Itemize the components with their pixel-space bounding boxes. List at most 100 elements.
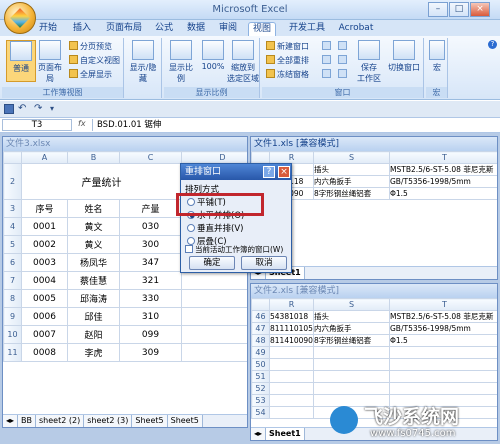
row-header[interactable]: 7 [3, 271, 22, 290]
unhide-button[interactable] [322, 69, 333, 81]
cell[interactable]: GB/T5356-1998/5mm [389, 175, 497, 188]
cell[interactable]: 杨凤华 [67, 253, 120, 272]
page-layout-view-button[interactable]: 页面布局 [35, 40, 65, 84]
row-header[interactable]: 52 [251, 382, 270, 395]
freeze-panes-button[interactable]: 冻结窗格 [266, 69, 309, 81]
row-header[interactable]: 2 [3, 163, 22, 200]
help-icon[interactable]: ? [488, 40, 497, 49]
tab-data[interactable]: 数据 [182, 22, 210, 36]
ok-button[interactable]: 确定 [189, 256, 235, 270]
undo-icon[interactable]: ↶ [18, 104, 28, 114]
save-icon[interactable] [4, 104, 14, 114]
cell[interactable] [269, 382, 314, 395]
cell[interactable]: 赵阳 [67, 325, 120, 344]
help-icon[interactable]: ? [263, 166, 275, 178]
cell[interactable] [313, 358, 390, 371]
row-header[interactable]: 46 [251, 310, 270, 323]
customize-qat-icon[interactable]: ▾ [50, 105, 58, 113]
office-button[interactable] [4, 2, 36, 34]
title-cell[interactable]: 产量统计 [21, 163, 182, 200]
name-box[interactable]: T3 [2, 119, 72, 131]
row-header[interactable]: 53 [251, 394, 270, 407]
cell[interactable]: 0003 [21, 253, 68, 272]
cell[interactable] [269, 394, 314, 407]
window-title[interactable]: 文件2.xls [兼容模式] [251, 284, 497, 298]
cancel-button[interactable]: 取消 [241, 256, 287, 270]
active-workbook-checkbox[interactable]: 当前活动工作簿的窗口(W) [185, 244, 283, 256]
cell[interactable]: 8字形钢丝绳铝套 [313, 187, 390, 200]
row-header[interactable]: 54 [251, 406, 270, 419]
tab-view[interactable]: 视图 [248, 22, 276, 36]
row-header[interactable]: 4 [3, 217, 22, 236]
cell[interactable] [181, 343, 247, 362]
cell[interactable] [269, 358, 314, 371]
column-header[interactable]: R [269, 298, 314, 311]
minimize-button[interactable]: – [428, 2, 448, 17]
cell[interactable]: 8字形钢丝绳铝套 [313, 334, 390, 347]
sheet-tab[interactable]: Sheet5 [132, 415, 168, 427]
close-icon[interactable]: × [278, 166, 290, 178]
cell[interactable] [389, 370, 497, 383]
tab-insert[interactable]: 插入 [68, 22, 96, 36]
sheet-tab[interactable]: BB [18, 415, 37, 427]
cell[interactable] [181, 307, 247, 326]
column-header[interactable]: S [313, 298, 390, 311]
row-header[interactable]: 5 [3, 235, 22, 254]
row-header[interactable]: 3 [3, 199, 22, 218]
page-break-preview-button[interactable]: 分页预览 [69, 41, 112, 53]
cell[interactable]: 347 [119, 253, 182, 272]
column-header[interactable]: A [21, 151, 68, 164]
sheet-nav-arrows[interactable]: ◂▸ [3, 415, 19, 427]
cell[interactable] [389, 382, 497, 395]
cell[interactable] [389, 346, 497, 359]
sheet-tab[interactable]: Sheet1 [266, 428, 305, 440]
cell[interactable]: MSTB2.5/6-ST-5.08 菲尼克斯 [389, 310, 497, 323]
maximize-button[interactable]: □ [449, 2, 469, 17]
cell[interactable]: 0006 [21, 307, 68, 326]
row-header[interactable]: 9 [3, 307, 22, 326]
cell[interactable] [313, 382, 390, 395]
redo-icon[interactable]: ↷ [34, 104, 44, 114]
cell[interactable]: 0004 [21, 271, 68, 290]
cell[interactable]: 蔡佳慧 [67, 271, 120, 290]
window-title[interactable]: 文件1.xls [兼容模式] [251, 137, 497, 151]
header-cell[interactable]: 产量 [119, 199, 182, 218]
cell[interactable]: 插头 [313, 163, 390, 176]
zoom-to-selection-button[interactable]: 缩放到 选定区域 [226, 40, 260, 84]
cell[interactable]: 0002 [21, 235, 68, 254]
cell[interactable]: 310 [119, 307, 182, 326]
window-title[interactable]: 文件3.xlsx [3, 137, 247, 151]
cell[interactable]: 54381018 [269, 310, 314, 323]
cell[interactable] [269, 370, 314, 383]
switch-windows-button[interactable]: 切换窗口 [386, 40, 422, 73]
cell[interactable] [181, 271, 247, 290]
cell[interactable]: 099 [119, 325, 182, 344]
column-header[interactable]: T [389, 151, 497, 164]
synchronous-scrolling-button[interactable] [338, 55, 349, 67]
cell[interactable]: 李虎 [67, 343, 120, 362]
cell[interactable]: 0005 [21, 289, 68, 308]
cell[interactable]: GB/T5356-1998/5mm [389, 322, 497, 335]
header-cell[interactable]: 序号 [21, 199, 68, 218]
cell[interactable]: 811110105 [269, 322, 314, 335]
split-button[interactable] [322, 41, 333, 53]
tab-formulas[interactable]: 公式 [150, 22, 178, 36]
row-header[interactable]: 51 [251, 370, 270, 383]
cell[interactable]: MSTB2.5/6-ST-5.08 菲尼克斯 [389, 163, 497, 176]
macros-button[interactable]: 宏 [426, 40, 448, 73]
sheet-tab[interactable]: sheet2 (2) [36, 415, 85, 427]
cell[interactable] [389, 358, 497, 371]
row-header[interactable]: 8 [3, 289, 22, 308]
column-header[interactable]: D [181, 151, 247, 164]
row-header[interactable]: 10 [3, 325, 22, 344]
cell[interactable]: 0001 [21, 217, 68, 236]
tab-acrobat[interactable]: Acrobat [336, 22, 376, 36]
column-header[interactable]: S [313, 151, 390, 164]
cell[interactable]: Φ1.5 [389, 187, 497, 200]
tab-home[interactable]: 开始 [34, 22, 62, 36]
row-header[interactable]: 6 [3, 253, 22, 272]
fx-label[interactable]: fx [78, 119, 86, 128]
column-header[interactable]: T [389, 298, 497, 311]
row-header[interactable]: 50 [251, 358, 270, 371]
cell[interactable]: 插头 [313, 310, 390, 323]
